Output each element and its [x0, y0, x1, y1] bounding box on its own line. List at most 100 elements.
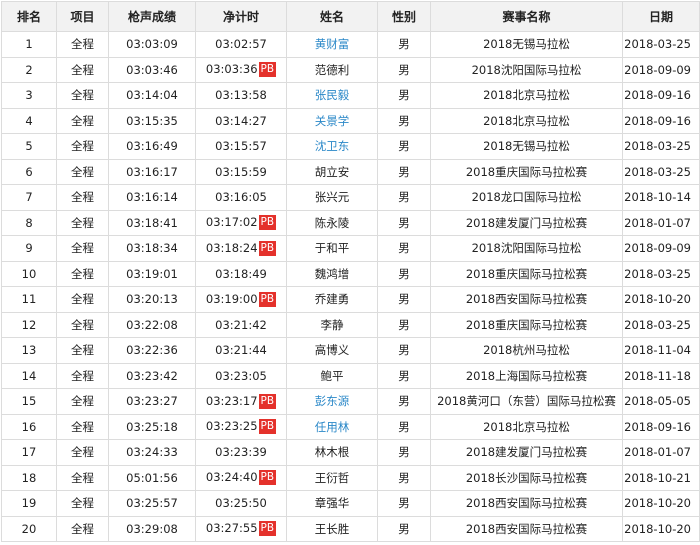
event-cell: 全程 — [56, 286, 109, 313]
event-cell: 全程 — [56, 388, 109, 415]
gender-cell: 男 — [377, 439, 431, 466]
rank-cell: 4 — [1, 107, 57, 134]
table-row: 15 全程 03:23:27 03:23:17 PB 彭东源男 2018黄河口（东营）国际马… — [1, 388, 700, 415]
net-time-cell: 03:21:44 — [195, 337, 287, 364]
net-time-value: 03:21:42 — [215, 317, 267, 332]
event-cell: 全程 — [56, 260, 109, 287]
gender-cell: 男 — [377, 286, 431, 313]
gun-time-cell: 03:22:36 — [108, 337, 196, 364]
table-row: 18 全程 05:01:56 03:24:40 PB 王衍哲男 2018长沙国际马拉松赛 20… — [1, 464, 700, 491]
event-cell: 全程 — [56, 464, 109, 491]
name-cell[interactable]: 关景学 — [286, 107, 378, 134]
name-cell[interactable]: 张民毅 — [286, 82, 378, 109]
net-time-cell: 03:23:17 PB — [195, 388, 287, 415]
name-cell: 鲍平 — [286, 362, 378, 389]
pb-badge: PB — [258, 291, 277, 307]
runner-name-link[interactable]: 关景学 — [315, 114, 350, 128]
date-cell: 2018-03-25 — [622, 31, 700, 58]
gun-time-cell: 05:01:56 — [108, 464, 196, 491]
date-cell: 2018-10-20 — [622, 286, 700, 313]
gun-time-cell: 03:15:35 — [108, 107, 196, 134]
name-cell[interactable]: 彭东源 — [286, 388, 378, 415]
runner-name-link[interactable]: 沈卫东 — [315, 139, 350, 153]
net-time-value: 03:19:00 — [205, 291, 258, 306]
net-time-value: 03:25:50 — [215, 496, 267, 511]
table-row: 10 全程 03:19:01 03:18:49 魏鸿增 男 2018重庆国际马拉松赛 2018… — [1, 260, 700, 287]
gun-time-cell: 03:16:14 — [108, 184, 196, 211]
rank-cell: 17 — [1, 439, 57, 466]
gun-time-cell: 03:18:34 — [108, 235, 196, 262]
pb-badge: PB — [258, 240, 277, 256]
name-cell[interactable]: 黄财富 — [286, 31, 378, 58]
rank-cell: 7 — [1, 184, 57, 211]
event-cell: 全程 — [56, 490, 109, 517]
results-table: 排名 项目 枪声成绩 净计时 姓名 性别 赛事名称 日期 1 全程 03:03:09… — [1, 1, 700, 542]
race-cell: 2018西安国际马拉松赛 — [430, 515, 623, 542]
event-cell: 全程 — [56, 515, 109, 542]
net-time-value: 03:03:36 — [205, 62, 258, 77]
race-cell: 2018西安国际马拉松赛 — [430, 490, 623, 517]
name-cell: 李静 — [286, 311, 378, 338]
net-time-cell: 03:21:42 — [195, 311, 287, 338]
name-cell: 章强华 — [286, 490, 378, 517]
gun-time-cell: 03:19:01 — [108, 260, 196, 287]
gender-cell: 男 — [377, 362, 431, 389]
runner-name-link[interactable]: 黄财富 — [315, 37, 350, 51]
net-time-cell: 03:13:58 — [195, 82, 287, 109]
event-cell: 全程 — [56, 133, 109, 160]
header-rank: 排名 — [1, 1, 57, 32]
name-cell[interactable]: 任用林 — [286, 413, 378, 440]
runner-name: 范德利 — [314, 62, 350, 77]
race-cell: 2018北京马拉松 — [430, 107, 623, 134]
net-time-value: 03:24:40 — [205, 470, 258, 485]
event-cell: 全程 — [56, 82, 109, 109]
net-time-value: 03:17:02 — [205, 215, 258, 230]
header-date: 日期 — [622, 1, 700, 32]
rank-cell: 10 — [1, 260, 57, 287]
gender-cell: 男 — [377, 515, 431, 542]
runner-name-link[interactable]: 张民毅 — [315, 88, 350, 102]
runner-name-link[interactable]: 彭东源 — [315, 394, 350, 408]
gender-cell: 男 — [377, 388, 431, 415]
rank-cell: 12 — [1, 311, 57, 338]
runner-name: 王长胜 — [314, 521, 350, 536]
event-cell: 全程 — [56, 209, 109, 236]
gun-time-cell: 03:29:08 — [108, 515, 196, 542]
race-cell: 2018无锡马拉松 — [430, 31, 623, 58]
race-cell: 2018北京马拉松 — [430, 82, 623, 109]
pb-badge: PB — [258, 521, 277, 537]
date-cell: 2018-05-05 — [622, 388, 700, 415]
name-cell: 高博义 — [286, 337, 378, 364]
net-time-value: 03:18:24 — [205, 240, 258, 255]
date-cell: 2018-01-07 — [622, 439, 700, 466]
gun-time-cell: 03:16:49 — [108, 133, 196, 160]
net-time-value: 03:14:27 — [215, 113, 267, 128]
net-time-value: 03:21:44 — [215, 343, 267, 358]
name-cell[interactable]: 沈卫东 — [286, 133, 378, 160]
rank-cell: 3 — [1, 82, 57, 109]
date-cell: 2018-03-25 — [622, 311, 700, 338]
table-row: 3 全程 03:14:04 03:13:58 张民毅 男 2018北京马拉松 2018-09-… — [1, 82, 700, 109]
rank-cell: 11 — [1, 286, 57, 313]
runner-name: 于和平 — [314, 241, 350, 256]
runner-name: 高博义 — [314, 343, 350, 358]
gender-cell: 男 — [377, 464, 431, 491]
runner-name: 魏鸿增 — [314, 266, 350, 281]
runner-name-link[interactable]: 任用林 — [315, 420, 350, 434]
date-cell: 2018-10-21 — [622, 464, 700, 491]
date-cell: 2018-03-25 — [622, 158, 700, 185]
table-row: 5 全程 03:16:49 03:15:57 沈卫东 男 2018无锡马拉松 2018-03-… — [1, 133, 700, 160]
header-row: 排名 项目 枪声成绩 净计时 姓名 性别 赛事名称 日期 — [1, 1, 700, 32]
race-cell: 2018建发厦门马拉松赛 — [430, 439, 623, 466]
net-time-cell: 03:17:02 PB — [195, 209, 287, 236]
net-time-value: 03:23:17 — [205, 393, 258, 408]
net-time-cell: 03:16:05 — [195, 184, 287, 211]
pb-badge: PB — [258, 215, 277, 231]
date-cell: 2018-03-25 — [622, 133, 700, 160]
runner-name: 陈永陵 — [314, 215, 350, 230]
event-cell: 全程 — [56, 184, 109, 211]
date-cell: 2018-10-20 — [622, 490, 700, 517]
race-cell: 2018重庆国际马拉松赛 — [430, 311, 623, 338]
rank-cell: 20 — [1, 515, 57, 542]
gender-cell: 男 — [377, 133, 431, 160]
